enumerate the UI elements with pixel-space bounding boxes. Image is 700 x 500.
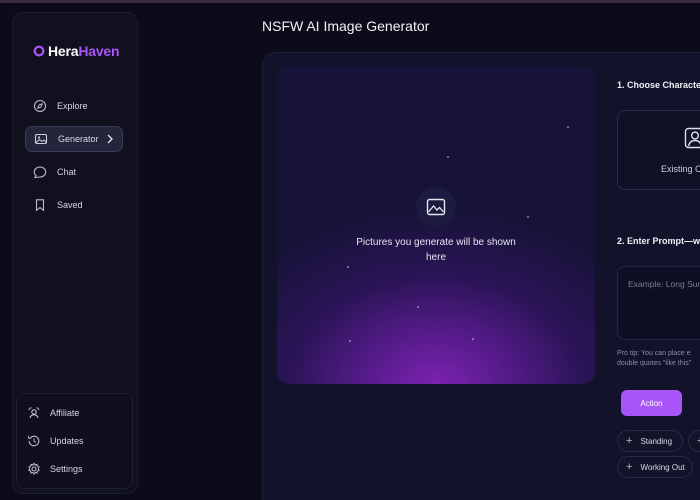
page-title: NSFW AI Image Generator	[262, 18, 430, 34]
pro-tip-text: Pro tip: You can place e double quotes "l…	[617, 350, 692, 367]
sidebar-item-affiliate[interactable]: Affiliate	[17, 399, 132, 427]
preview-placeholder-icon	[416, 187, 456, 227]
sidebar-item-chat[interactable]: Chat	[25, 159, 123, 185]
sidebar: HeraHaven Explore Generator Chat Saved A…	[12, 12, 138, 494]
logo[interactable]: HeraHaven	[33, 43, 120, 59]
history-icon	[28, 435, 40, 447]
prompt-input[interactable]: Example: Long Sun	[617, 266, 700, 340]
sidebar-item-label: Updates	[50, 436, 84, 446]
existing-character-option[interactable]: Existing Ch	[617, 110, 700, 190]
sidebar-item-label: Generator	[58, 134, 99, 144]
step-enter-prompt-label: 2. Enter Prompt—wh	[617, 236, 700, 246]
sidebar-item-label: Saved	[57, 200, 83, 210]
tag-chip-working-out[interactable]: + Working Out	[617, 456, 693, 478]
preview-placeholder-text: Pictures you generate will be shown here	[356, 237, 516, 263]
chat-icon	[33, 166, 47, 179]
sidebar-item-updates[interactable]: Updates	[17, 427, 132, 455]
plus-icon: +	[626, 434, 633, 447]
sidebar-item-label: Chat	[57, 167, 77, 177]
sidebar-bottom-menu: Affiliate Updates Settings	[16, 393, 133, 489]
plus-icon: +	[626, 460, 633, 473]
bookmark-icon	[35, 199, 45, 212]
action-button[interactable]: Action	[621, 390, 682, 416]
chevron-right-icon	[107, 134, 113, 144]
logo-icon	[33, 45, 45, 57]
image-icon	[426, 198, 446, 216]
chip-label: Standing	[640, 436, 673, 446]
sidebar-item-label: Affiliate	[50, 408, 80, 418]
tag-chip-standing[interactable]: + Standing	[617, 430, 683, 452]
window-top-border	[0, 0, 700, 3]
gear-icon	[28, 462, 40, 475]
step-choose-character-label: 1. Choose Character	[617, 80, 700, 90]
sidebar-item-generator[interactable]: Generator	[25, 126, 123, 152]
image-icon	[34, 133, 48, 145]
sidebar-item-label: Settings	[50, 464, 83, 474]
sidebar-item-settings[interactable]: Settings	[17, 455, 132, 483]
sidebar-item-label: Explore	[57, 101, 88, 111]
sidebar-item-saved[interactable]: Saved	[25, 192, 123, 218]
logo-text: HeraHaven	[48, 43, 120, 59]
sidebar-item-explore[interactable]: Explore	[25, 93, 123, 119]
chip-label: Working Out	[640, 462, 685, 472]
compass-icon	[33, 99, 47, 113]
sidebar-nav: Explore Generator Chat Saved	[25, 93, 123, 225]
user-portrait-icon	[684, 127, 700, 149]
existing-character-label: Existing Ch	[661, 164, 700, 174]
affiliate-icon	[28, 407, 40, 419]
